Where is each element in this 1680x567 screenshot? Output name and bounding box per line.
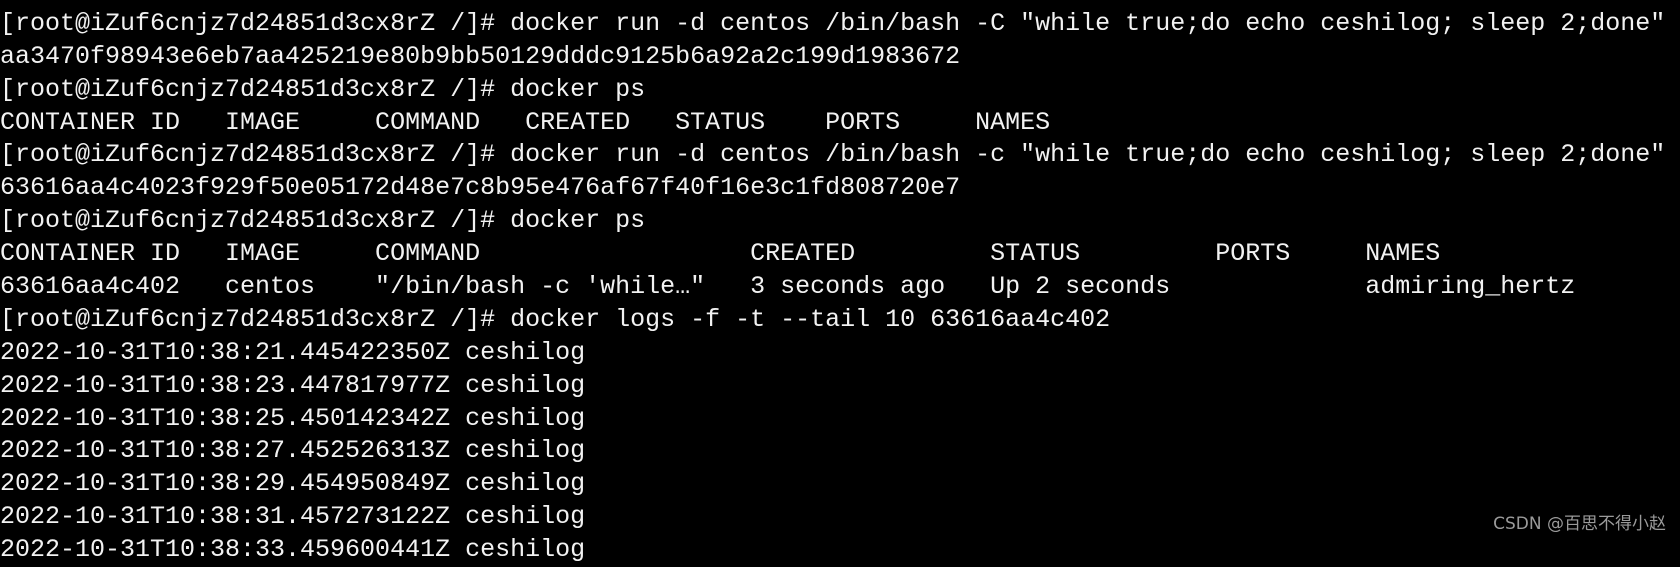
prompt-line: [root@iZuf6cnjz7d24851d3cx8rZ /]# docker… bbox=[0, 206, 646, 236]
log-line: 2022-10-31T10:38:23.447817977Z ceshilog bbox=[0, 370, 586, 400]
log-line: 2022-10-31T10:38:25.450142342Z ceshilog bbox=[0, 403, 586, 433]
log-line: 2022-10-31T10:38:21.445422350Z ceshilog bbox=[0, 337, 586, 367]
log-line: 2022-10-31T10:38:31.457273122Z ceshilog bbox=[0, 502, 586, 532]
prompt-line: [root@iZuf6cnjz7d24851d3cx8rZ /]# docker… bbox=[0, 140, 1666, 170]
prompt-line: [root@iZuf6cnjz7d24851d3cx8rZ /]# docker… bbox=[0, 74, 646, 104]
ps-header: CONTAINER ID IMAGE COMMAND CREATED STATU… bbox=[0, 239, 1441, 269]
prompt-line: [root@iZuf6cnjz7d24851d3cx8rZ /]# docker… bbox=[0, 8, 1666, 38]
log-line: 2022-10-31T10:38:33.459600441Z ceshilog bbox=[0, 535, 586, 565]
container-id-line: 63616aa4c4023f929f50e05172d48e7c8b95e476… bbox=[0, 173, 961, 203]
watermark: CSDN @百思不得小赵 bbox=[1493, 514, 1666, 534]
container-id-line: aa3470f98943e6eb7aa425219e80b9bb50129ddd… bbox=[0, 41, 961, 71]
log-line: 2022-10-31T10:38:27.452526313Z ceshilog bbox=[0, 436, 586, 466]
terminal-output[interactable]: e103d28e7685[root@iZuf6cnjz7d24851d3cx8r… bbox=[0, 0, 1665, 567]
ps-row: 63616aa4c402 centos "/bin/bash -c 'while… bbox=[0, 272, 1576, 302]
ps-header: CONTAINER ID IMAGE COMMAND CREATED STATU… bbox=[0, 107, 1051, 137]
log-line: 2022-10-31T10:38:29.454950849Z ceshilog bbox=[0, 469, 586, 499]
terminal-line: e103d28e7685 bbox=[0, 0, 1665, 8]
prompt-line: [root@iZuf6cnjz7d24851d3cx8rZ /]# docker… bbox=[0, 304, 1111, 334]
